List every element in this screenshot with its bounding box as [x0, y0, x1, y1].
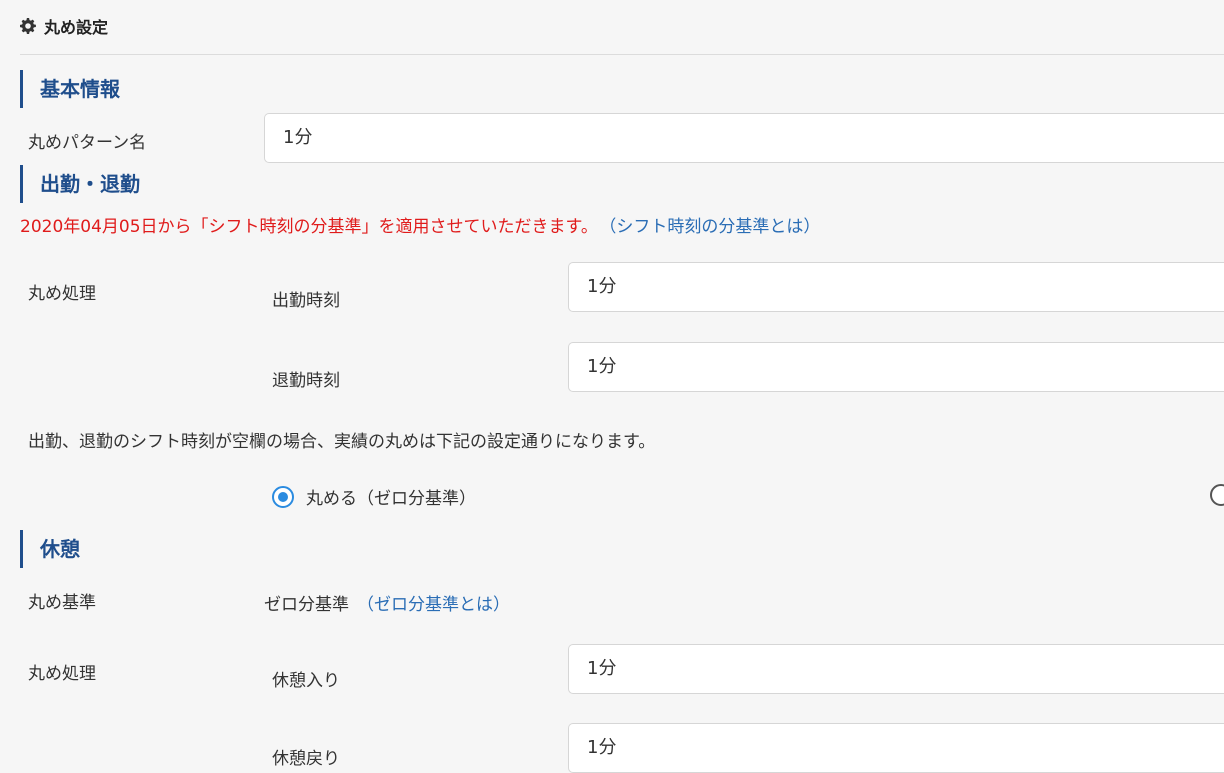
break-rounding-label: 丸め処理	[28, 664, 96, 684]
blank-shift-note: 出勤、退勤のシフト時刻が空欄の場合、実績の丸めは下記の設定通りになります。	[28, 432, 656, 452]
header-divider	[20, 54, 1224, 55]
shift-notice-text: 2020年04月05日から「シフト時刻の分基準」を適用させていただきます。	[20, 217, 598, 237]
break-basis-text: ゼロ分基準	[264, 595, 349, 615]
break-in-label: 休憩入り	[272, 671, 340, 691]
page-title: 丸め設定	[20, 14, 108, 38]
radio-round-label: 丸める（ゼロ分基準）	[306, 489, 476, 509]
clock-rounding-label: 丸め処理	[28, 284, 96, 304]
clock-out-label: 退勤時刻	[272, 371, 340, 391]
section-basic-info: 基本情報	[20, 70, 120, 108]
section-clock-in-out: 出勤・退勤	[20, 165, 140, 203]
pattern-name-input[interactable]: 1分	[264, 113, 1224, 163]
radio-other-option[interactable]	[1210, 484, 1224, 506]
radio-dot	[278, 491, 288, 502]
radio-round-option[interactable]: 丸める（ゼロ分基準）	[272, 484, 476, 509]
shift-basis-help-link[interactable]: （シフト時刻の分基準とは）	[608, 217, 821, 237]
section-break: 休憩	[20, 530, 80, 568]
break-basis-value: ゼロ分基準 （ゼロ分基準とは）	[264, 590, 510, 615]
gear-icon	[20, 18, 36, 34]
break-out-rounding-select[interactable]: 1分	[568, 723, 1224, 773]
zero-basis-help-link[interactable]: （ゼロ分基準とは）	[357, 595, 510, 615]
clock-in-rounding-select[interactable]: 1分	[568, 262, 1224, 312]
break-basis-label: 丸め基準	[28, 593, 96, 613]
break-in-rounding-select[interactable]: 1分	[568, 644, 1224, 694]
clock-in-label: 出勤時刻	[272, 291, 340, 311]
clock-out-rounding-select[interactable]: 1分	[568, 342, 1224, 392]
pattern-name-label: 丸めパターン名	[28, 133, 147, 153]
page-title-text: 丸め設定	[44, 18, 109, 37]
shift-notice: 2020年04月05日から「シフト時刻の分基準」を適用させていただきます。 （シフ…	[20, 212, 820, 237]
radio-round-selected[interactable]	[272, 485, 294, 508]
